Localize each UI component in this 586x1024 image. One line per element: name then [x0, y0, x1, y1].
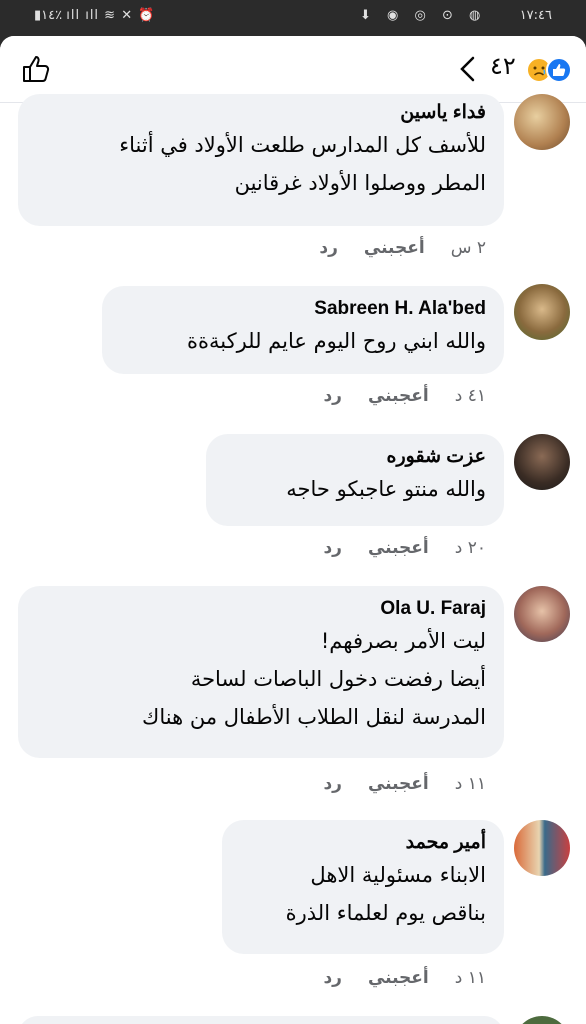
comments-sheet: ٤٢ فداء ياسين للأسف كل المدارس طلعت الأو… — [0, 36, 586, 1024]
comment-time: ١١ د — [454, 968, 486, 988]
like-reaction-icon — [546, 57, 572, 83]
like-button[interactable]: أعجبني — [368, 386, 429, 406]
comment-author[interactable]: فداء ياسين — [36, 100, 486, 126]
avatar[interactable] — [514, 1016, 570, 1024]
avatar[interactable] — [514, 820, 570, 876]
comment-text-line: ليت الأمر بصرفهم! — [320, 629, 486, 653]
comment-meta: ٤١ د أعجبني رد — [323, 386, 486, 406]
comment-text-line: الابناء مسئولية الاهل — [310, 863, 486, 887]
comment-bubble[interactable]: عزت شقوره والله منتو عاجبكو حاجه — [206, 434, 504, 526]
avatar[interactable] — [514, 94, 570, 150]
comment-time: ٢ س — [450, 238, 486, 258]
comment-bubble[interactable]: Sabreen H. Ala'bed والله ابني روح اليوم … — [102, 286, 504, 374]
comment-meta: ٢ س أعجبني رد — [319, 238, 486, 258]
comment-text-line: أيضا رفضت دخول الباصات لساحة — [190, 667, 486, 691]
like-button[interactable]: أعجبني — [368, 538, 429, 558]
comment-bubble[interactable]: فداء ياسين للأسف كل المدارس طلعت الأولاد… — [18, 94, 504, 226]
comment-time: ٢٠ د — [454, 538, 486, 558]
comment-time: ٤١ د — [454, 386, 486, 406]
reply-button[interactable]: رد — [323, 774, 342, 794]
reply-button[interactable]: رد — [323, 538, 342, 558]
status-time: ١٧:٤٦ — [519, 8, 552, 23]
like-button[interactable]: أعجبني — [368, 968, 429, 988]
comment-text-line: والله ابني روح اليوم عايم للركبةةة — [186, 329, 486, 353]
comment-meta: ١١ د أعجبني رد — [323, 968, 486, 988]
comment-time: ١١ د — [454, 774, 486, 794]
reply-button[interactable]: رد — [323, 386, 342, 406]
comment-bubble[interactable]: Ola U. Faraj ليت الأمر بصرفهم! أيضا رفضت… — [18, 586, 504, 758]
avatar[interactable] — [514, 434, 570, 490]
chevron-back-icon[interactable] — [458, 56, 476, 82]
comment-author[interactable]: أمير محمد — [240, 830, 486, 856]
avatar[interactable] — [514, 284, 570, 340]
comment-text-line: والله منتو عاجبكو حاجه — [286, 477, 486, 501]
reactions-header: ٤٢ — [0, 36, 586, 103]
notification-icons: ⬇ ◉ ◎ ⊙ ◍ — [360, 8, 487, 23]
reaction-count[interactable]: ٤٢ — [490, 52, 516, 80]
comment-text-line: المدرسة لنقل الطلاب الأطفال من هناك — [142, 705, 486, 729]
reply-button[interactable]: رد — [323, 968, 342, 988]
battery-indicator: ▮١٤٪ ıll ıll ≋ ✕ ⏰ — [34, 8, 156, 23]
comment-bubble[interactable] — [18, 1016, 504, 1024]
like-button[interactable]: أعجبني — [364, 238, 425, 258]
comment-meta: ١١ د أعجبني رد — [323, 774, 486, 794]
status-bar: ▮١٤٪ ıll ıll ≋ ✕ ⏰ ⬇ ◉ ◎ ⊙ ◍ ١٧:٤٦ — [0, 0, 586, 36]
comment-meta: ٢٠ د أعجبني رد — [323, 538, 486, 558]
comment-text-line: للأسف كل المدارس طلعت الأولاد في أثناء — [119, 133, 486, 157]
comment-bubble[interactable]: أمير محمد الابناء مسئولية الاهل بناقص يو… — [222, 820, 504, 954]
like-button[interactable]: أعجبني — [368, 774, 429, 794]
comment-text-line: المطر ووصلوا الأولاد غرقانين — [234, 171, 486, 195]
like-outline-icon[interactable] — [20, 53, 52, 85]
comment-author[interactable]: عزت شقوره — [224, 444, 486, 470]
avatar[interactable] — [514, 586, 570, 642]
comment-author[interactable]: Sabreen H. Ala'bed — [120, 296, 486, 322]
comment-author[interactable]: Ola U. Faraj — [36, 596, 486, 622]
reply-button[interactable]: رد — [319, 238, 338, 258]
comment-text-line: بناقص يوم لعلماء الذرة — [285, 901, 486, 925]
